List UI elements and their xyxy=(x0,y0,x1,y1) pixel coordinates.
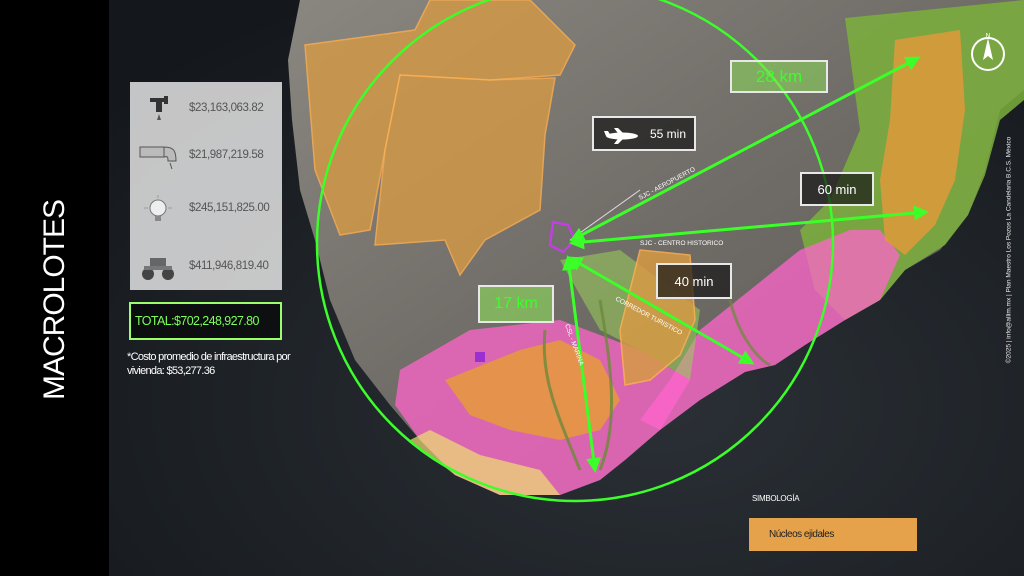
cost-row-water: $23,163,063.82 xyxy=(130,90,282,130)
credit-text: ©2025 | info@allim.mx | Plan Maestro Los… xyxy=(1005,136,1013,364)
lightbulb-icon xyxy=(144,195,172,221)
cost-water-value: $23,163,063.82 xyxy=(189,102,264,114)
pipe-icon xyxy=(139,146,177,170)
time-40min-label: 40 min xyxy=(656,263,732,299)
total-box: TOTAL:$702,248,927.80 xyxy=(129,302,282,340)
cost-note: *Costo promedio de infraestructura por v… xyxy=(127,351,291,377)
distance-28km-label: 28 km xyxy=(730,60,828,93)
faucet-icon xyxy=(150,96,168,120)
cost-sewer-value: $21,987,219.58 xyxy=(189,149,264,161)
time-60min-label: 60 min xyxy=(800,172,874,206)
cost-row-electric: $245,151,825.00 xyxy=(130,190,282,230)
total-value: TOTAL:$702,248,927.80 xyxy=(135,314,259,328)
time-55min-label: 55 min xyxy=(592,116,696,151)
road-label-centro: SJC - CENTRO HISTORICO xyxy=(640,240,723,247)
cost-electric-value: $245,151,825.00 xyxy=(189,202,270,214)
distance-17km-label: 17 km xyxy=(478,285,554,323)
legend-item-label: Núcleos ejidales xyxy=(769,529,834,540)
legend-item-ejidos: Núcleos ejidales xyxy=(749,518,917,551)
north-label: N xyxy=(985,33,990,40)
time-55min-value: 55 min xyxy=(649,126,686,141)
road-roller-icon xyxy=(142,258,174,280)
airplane-icon xyxy=(604,128,638,144)
cost-row-sewer: $21,987,219.58 xyxy=(130,137,282,177)
site-marker-small xyxy=(475,352,485,362)
cost-panel: $23,163,063.82 $21,987,219.58 $245,151,8… xyxy=(130,82,282,290)
cost-row-paving: $411,946,819.40 xyxy=(130,248,282,288)
north-arrow-icon: N xyxy=(971,33,1005,71)
cost-paving-value: $411,946,819.40 xyxy=(189,260,269,272)
page-title: MACROLOTES xyxy=(38,199,71,401)
legend-title: SIMBOLOGÍA xyxy=(752,494,800,503)
sidebar: MACROLOTES xyxy=(0,0,109,576)
